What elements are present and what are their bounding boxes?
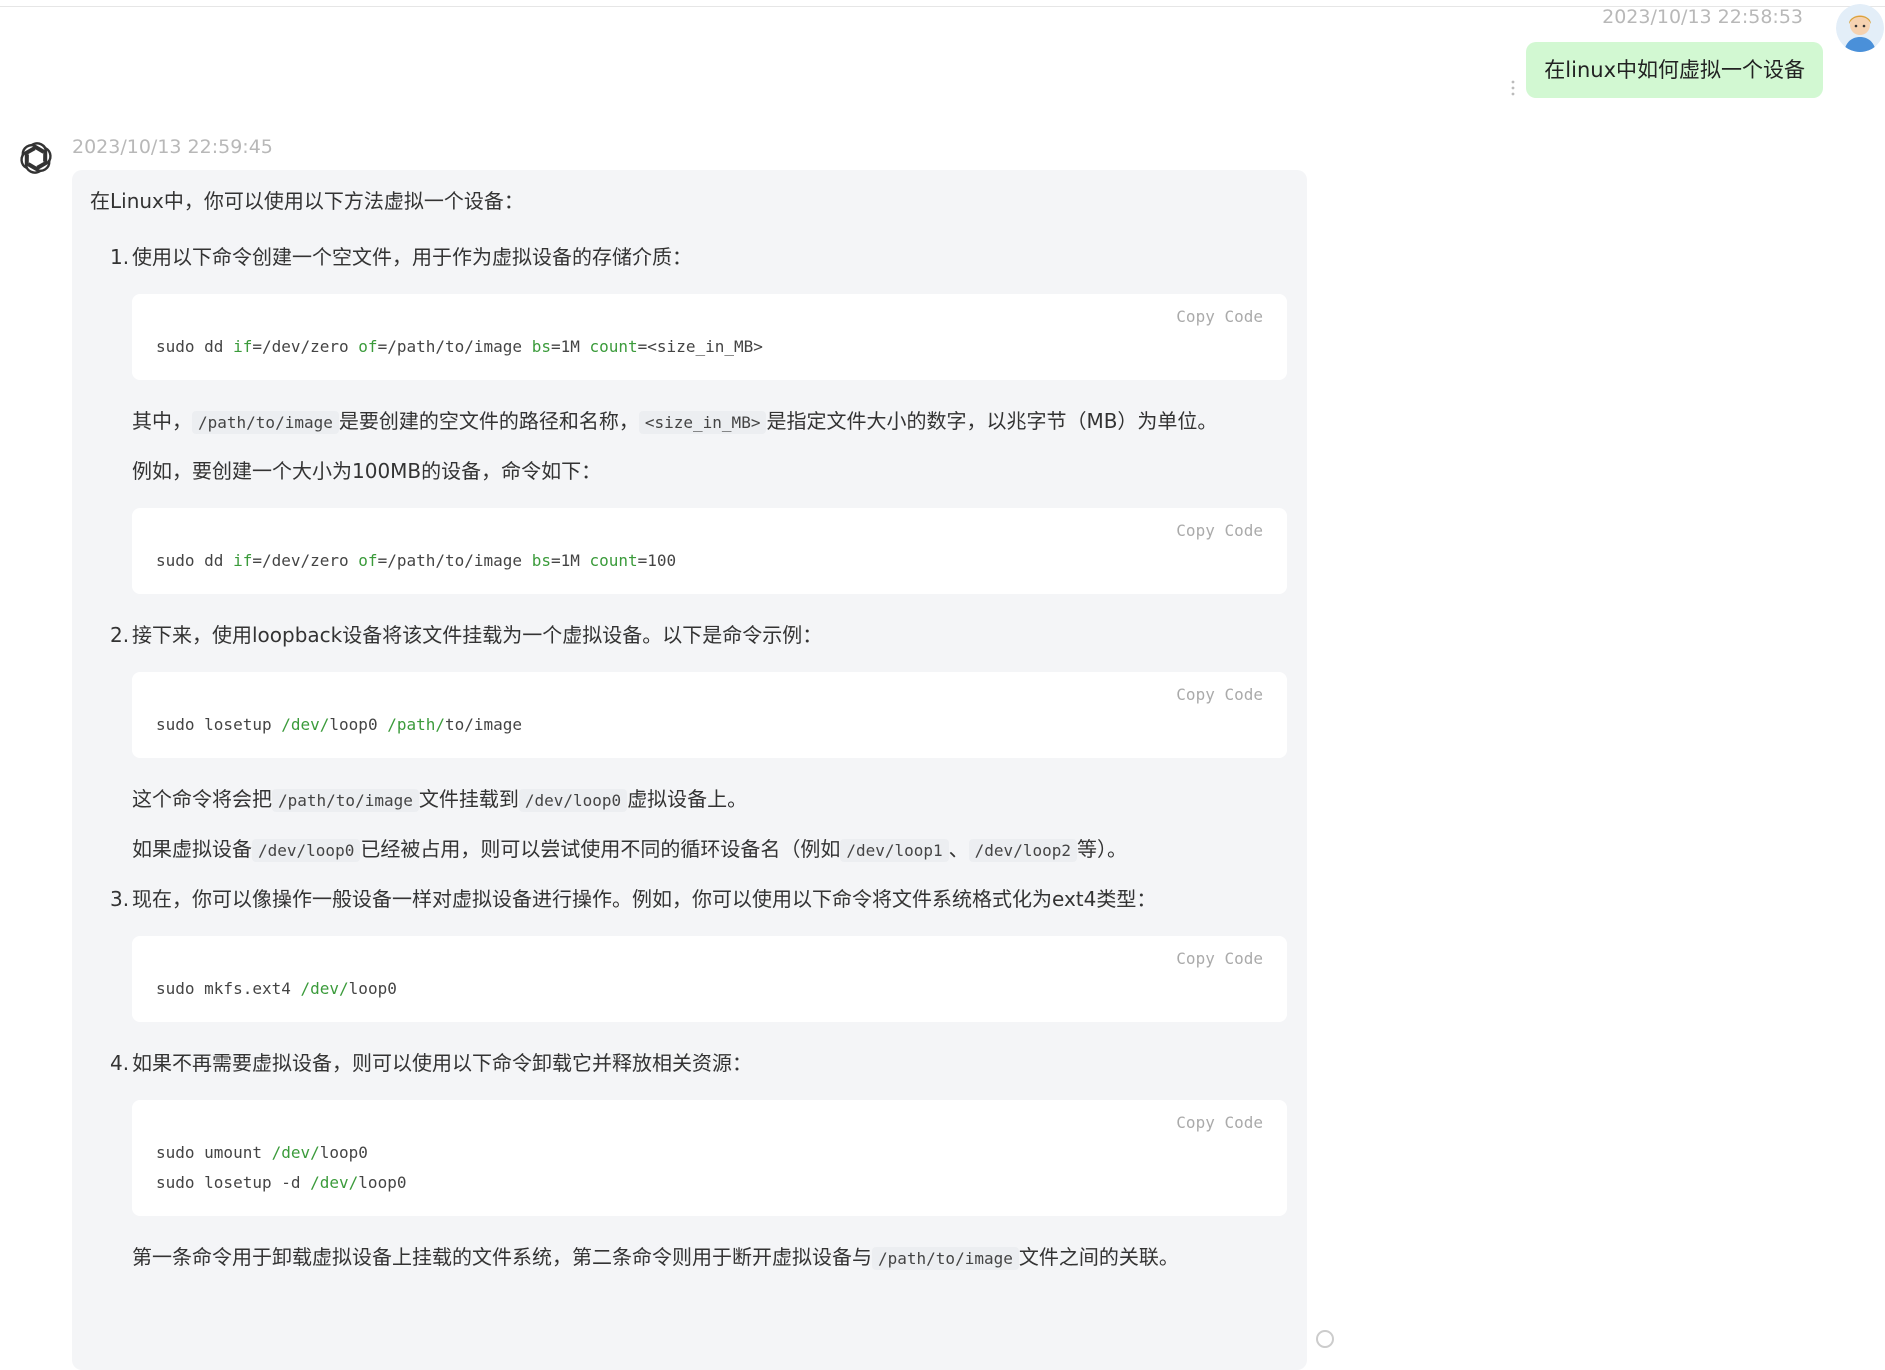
inline-code: /dev/loop0 (252, 839, 361, 862)
code-line: sudo losetup -d /dev/loop0 (156, 1173, 407, 1192)
copy-code-button[interactable]: Copy Code (1176, 680, 1263, 710)
code-block: Copy Code sudo mkfs.ext4 /dev/loop0 (132, 936, 1287, 1022)
list-text: 使用以下命令创建一个空文件，用于作为虚拟设备的存储介质： (132, 245, 692, 269)
inline-code: /path/to/image (192, 411, 339, 434)
list-number: 1. (110, 245, 130, 269)
user-avatar-icon[interactable] (1836, 4, 1884, 52)
list-item: 4. 如果不再需要虚拟设备，则可以使用以下命令卸载它并释放相关资源： (90, 1048, 1289, 1078)
assistant-message-bubble: 在Linux中，你可以使用以下方法虚拟一个设备： 1. 使用以下命令创建一个空文… (72, 170, 1307, 1370)
list-number: 4. (110, 1051, 130, 1075)
user-message-bubble: 在linux中如何虚拟一个设备 (1526, 42, 1823, 98)
list-number: 3. (110, 887, 130, 911)
inline-code: <size_in_MB> (638, 411, 767, 434)
inline-code: /dev/loop0 (518, 789, 628, 812)
assistant-message-timestamp: 2023/10/13 22:59:45 (72, 136, 273, 158)
user-message-timestamp: 2023/10/13 22:58:53 (1602, 6, 1803, 28)
inline-code: /dev/loop2 (968, 839, 1077, 862)
list-text: 现在，你可以像操作一般设备一样对虚拟设备进行操作。例如，你可以使用以下命令将文件… (132, 887, 1157, 911)
list-item: 2. 接下来，使用loopback设备将该文件挂载为一个虚拟设备。以下是命令示例… (90, 620, 1289, 650)
code-line: sudo mkfs.ext4 /dev/loop0 (156, 979, 397, 998)
list-number: 2. (110, 623, 130, 647)
refresh-icon[interactable] (1316, 1330, 1334, 1348)
code-line: sudo umount /dev/loop0 (156, 1143, 368, 1162)
paragraph: 第一条命令用于卸载虚拟设备上挂载的文件系统，第二条命令则用于断开虚拟设备与/pa… (132, 1245, 1179, 1270)
list-item: 3. 现在，你可以像操作一般设备一样对虚拟设备进行操作。例如，你可以使用以下命令… (90, 884, 1289, 914)
inline-code: /dev/loop1 (840, 839, 949, 862)
code-block: Copy Code sudo losetup /dev/loop0 /path/… (132, 672, 1287, 758)
paragraph: 其中，/path/to/image 是要创建的空文件的路径和名称， <size_in… (132, 409, 1218, 434)
list-text: 如果不再需要虚拟设备，则可以使用以下命令卸载它并释放相关资源： (132, 1051, 752, 1075)
code-block: Copy Code sudo umount /dev/loop0 sudo lo… (132, 1100, 1287, 1216)
more-vertical-icon[interactable] (1510, 80, 1516, 96)
code-line: sudo dd if=/dev/zero of=/path/to/image b… (156, 337, 763, 356)
paragraph: 这个命令将会把/path/to/image 文件挂载到/dev/loop0 虚拟设备… (132, 787, 748, 812)
inline-code: /path/to/image (872, 1247, 1019, 1270)
inline-code: /path/to/image (272, 789, 419, 812)
code-line: sudo dd if=/dev/zero of=/path/to/image b… (156, 551, 677, 570)
paragraph: 例如，要创建一个大小为100MB的设备，命令如下： (132, 459, 602, 483)
list-item: 1. 使用以下命令创建一个空文件，用于作为虚拟设备的存储介质： (90, 242, 1289, 272)
paragraph: 如果虚拟设备/dev/loop0 已经被占用，则可以尝试使用不同的循环设备名（例如… (132, 837, 1127, 862)
copy-code-button[interactable]: Copy Code (1176, 944, 1263, 974)
answer-intro: 在Linux中，你可以使用以下方法虚拟一个设备： (90, 189, 524, 213)
openai-logo-icon (14, 136, 58, 180)
code-block: Copy Code sudo dd if=/dev/zero of=/path/… (132, 294, 1287, 380)
copy-code-button[interactable]: Copy Code (1176, 302, 1263, 332)
list-text: 接下来，使用loopback设备将该文件挂载为一个虚拟设备。以下是命令示例： (132, 623, 823, 647)
code-block: Copy Code sudo dd if=/dev/zero of=/path/… (132, 508, 1287, 594)
code-line: sudo losetup /dev/loop0 /path/to/image (156, 715, 523, 734)
copy-code-button[interactable]: Copy Code (1176, 516, 1263, 546)
copy-code-button[interactable]: Copy Code (1176, 1108, 1263, 1138)
